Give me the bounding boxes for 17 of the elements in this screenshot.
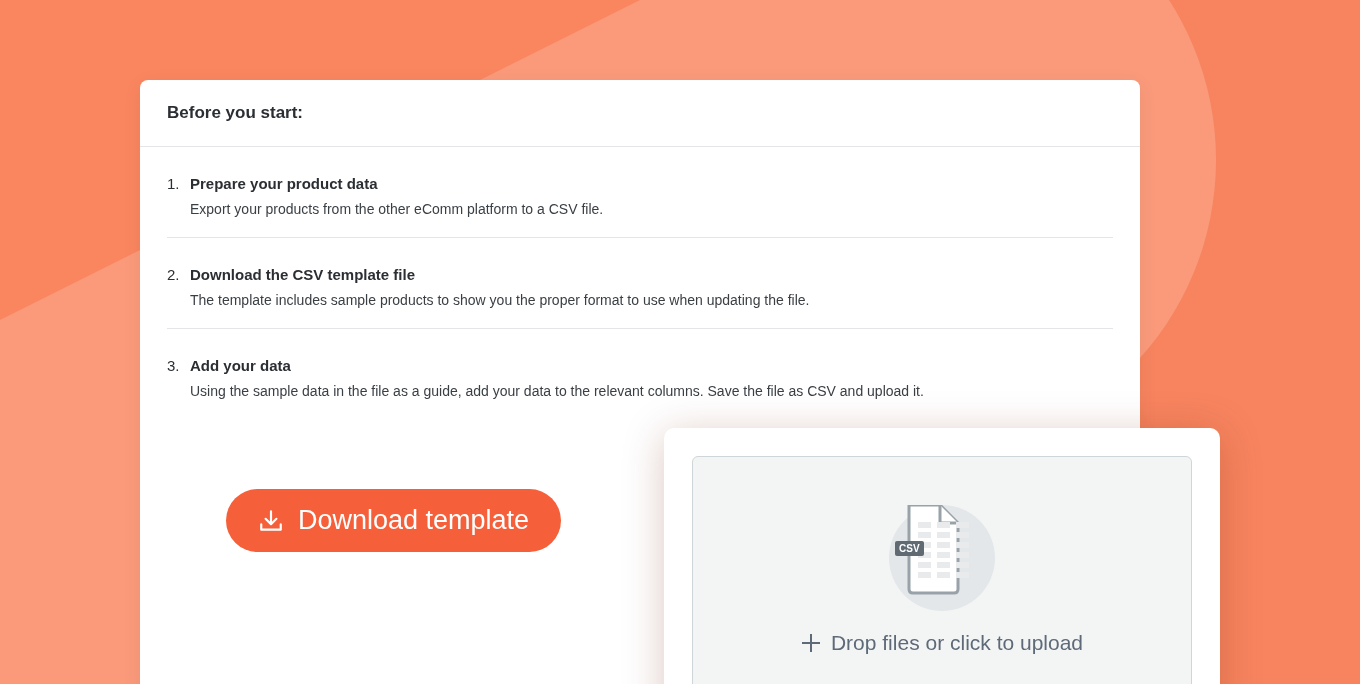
step-title: Download the CSV template file (190, 266, 417, 283)
step-number: 2. (167, 266, 181, 283)
upload-prompt: Drop files or click to upload (830, 631, 1084, 655)
step-description: The template includes sample products to show you the proper format to use when updating the file. (190, 292, 811, 308)
step-number: 1. (167, 175, 181, 192)
drop-zone[interactable]: CSV Drop files or click to upload (692, 456, 1192, 684)
download-icon (258, 507, 284, 534)
spreadsheet-file-icon (889, 505, 995, 611)
step-number: 3. (167, 357, 181, 374)
download-button[interactable]: Download template (226, 489, 562, 552)
step-title: Prepare your product data (190, 175, 379, 192)
step-title: Add your data (190, 357, 292, 374)
plus-icon (800, 633, 821, 653)
step-description: Export your products from the other eComm platform to a CSV file. (190, 201, 605, 217)
card-title: Before you start: (167, 103, 304, 123)
step-description: Using the sample data in the file as a guide, add your data to the relevant columns. Save the file as CSV and upload it. (190, 383, 925, 399)
file-type-badge: CSV (895, 541, 924, 556)
